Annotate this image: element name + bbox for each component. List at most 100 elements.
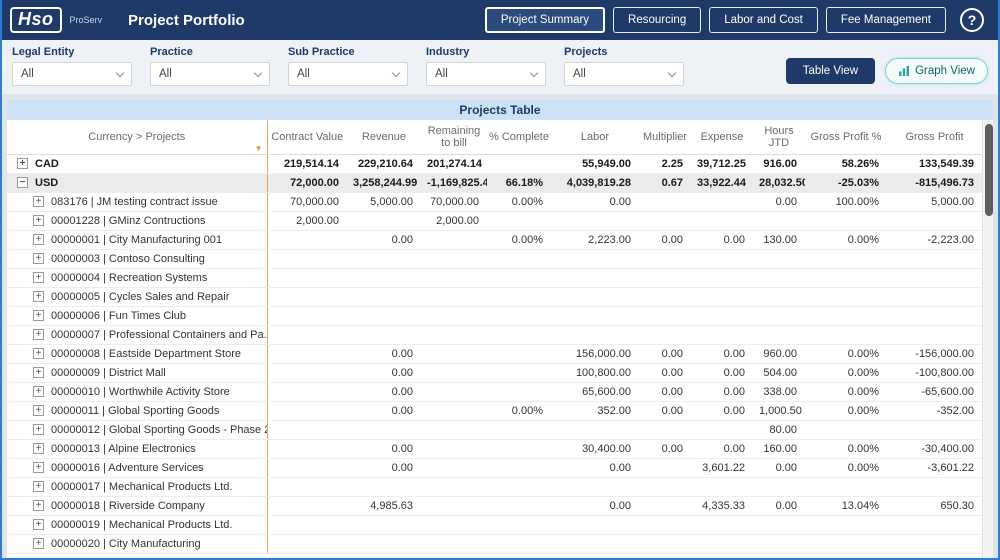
project-row[interactable]: +00000004 | Recreation Systems (7, 268, 982, 288)
column-header-multiplier[interactable]: Multiplier (639, 120, 691, 155)
expand-icon[interactable]: + (33, 481, 44, 492)
graph-view-button[interactable]: Graph View (885, 58, 988, 84)
currency-group-row[interactable]: −USD72,000.003,258,244.99-1,169,825.4666… (7, 173, 982, 193)
expand-icon[interactable]: + (33, 443, 44, 454)
column-header-labor[interactable]: Labor (551, 120, 639, 155)
cell-multiplier (639, 515, 691, 535)
cell-expense: 0.00 (691, 363, 753, 383)
expand-icon[interactable]: + (33, 272, 44, 283)
cell-complete (487, 420, 551, 440)
cell-hours-jtd: 160.00 (753, 439, 805, 459)
filter-industry-select[interactable]: All (426, 62, 546, 86)
expand-icon[interactable]: + (33, 215, 44, 226)
cell-expense: 0.00 (691, 344, 753, 364)
cell-revenue (347, 325, 421, 345)
row-name: 00000006 | Fun Times Club (51, 309, 186, 322)
currency-group-row[interactable]: + CAD 219,514.14 229,210.64 201,274.14 55,949… (7, 154, 982, 174)
cell-gross-profit: 5,000.00 (887, 192, 982, 212)
expand-icon[interactable]: + (33, 348, 44, 359)
project-row[interactable]: +00000018 | Riverside Company 4,985.63 0.0… (7, 496, 982, 516)
project-row[interactable]: +00001228 | GMinz Contructions 2,000.00 2,… (7, 211, 982, 231)
scrollbar-thumb[interactable] (984, 124, 993, 216)
column-header-gross-profit[interactable]: Gross Profit % (805, 120, 887, 155)
expand-icon[interactable]: + (33, 405, 44, 416)
expand-icon[interactable]: + (33, 291, 44, 302)
nav-fee-management[interactable]: Fee Management (825, 7, 946, 33)
project-row[interactable]: +00000009 | District Mall 0.00 100,800.00 0… (7, 363, 982, 383)
expand-icon[interactable]: + (33, 310, 44, 321)
expand-icon[interactable]: + (33, 519, 44, 530)
column-header-complete[interactable]: % Complete (487, 120, 551, 155)
project-row[interactable]: +083176 | JM testing contract issue 70,00… (7, 192, 982, 212)
cell-gross-profit (805, 515, 887, 535)
expand-icon[interactable]: + (33, 367, 44, 378)
project-row[interactable]: +00000013 | Alpine Electronics 0.00 30,400… (7, 439, 982, 459)
filter-practice-select[interactable]: All (150, 62, 270, 86)
cell-expense (691, 325, 753, 345)
column-header-currency-projects[interactable]: Currency > Projects ▼ (7, 120, 268, 155)
filter-projects-select[interactable]: All (564, 62, 684, 86)
row-name-cell: +00000010 | Worthwhile Activity Store (7, 382, 268, 402)
project-row[interactable]: +00000003 | Contoso Consulting (7, 249, 982, 269)
column-header-gross-profit[interactable]: Gross Profit (887, 120, 982, 155)
cell-hours-jtd (753, 306, 805, 326)
projects-table: Currency > Projects ▼ Contract Value Revenu… (7, 120, 982, 554)
expand-icon[interactable]: + (33, 386, 44, 397)
help-button[interactable]: ? (960, 8, 984, 32)
cell-multiplier: 2.25 (639, 154, 691, 174)
column-header-contract-value[interactable]: Contract Value (267, 120, 347, 155)
expand-icon[interactable]: + (33, 462, 44, 473)
project-row[interactable]: +00000020 | City Manufacturing (7, 534, 982, 554)
filter-legal-entity-select[interactable]: All (12, 62, 132, 86)
cell-complete (487, 325, 551, 345)
project-row[interactable]: +00000016 | Adventure Services 0.00 0.00 3,… (7, 458, 982, 478)
column-filter-icon[interactable]: ▼ (255, 144, 263, 153)
table-view-button[interactable]: Table View (785, 58, 876, 84)
nav-labor-and-cost[interactable]: Labor and Cost (709, 7, 818, 33)
column-header-remaining-to-bill[interactable]: Remaining to bill (421, 120, 487, 155)
project-row[interactable]: +00000005 | Cycles Sales and Repair (7, 287, 982, 307)
project-row[interactable]: +00000001 | City Manufacturing 001 0.00 0.… (7, 230, 982, 250)
project-row[interactable]: +00000006 | Fun Times Club (7, 306, 982, 326)
expand-icon[interactable]: + (33, 234, 44, 245)
selected-value: All (159, 68, 172, 80)
cell-hours-jtd (753, 249, 805, 269)
project-row[interactable]: +00000010 | Worthwhile Activity Store 0.0… (7, 382, 982, 402)
nav-resourcing[interactable]: Resourcing (613, 7, 702, 33)
project-row[interactable]: +00000017 | Mechanical Products Ltd. (7, 477, 982, 497)
expand-icon[interactable]: + (33, 196, 44, 207)
row-name-cell: +00000018 | Riverside Company (7, 496, 268, 516)
filter-label: Projects (564, 46, 608, 58)
column-header-hours-jtd[interactable]: Hours JTD (753, 120, 805, 155)
cell-gross-profit: 100.00% (805, 192, 887, 212)
vertical-scrollbar[interactable] (982, 120, 993, 558)
selected-value: All (21, 68, 34, 80)
filter-sub-practice-select[interactable]: All (288, 62, 408, 86)
column-header-revenue[interactable]: Revenue (347, 120, 421, 155)
nav-project-summary[interactable]: Project Summary (484, 7, 606, 33)
cell-labor: 0.00 (551, 496, 639, 516)
expand-icon[interactable]: + (33, 538, 44, 549)
expand-icon[interactable]: + (17, 158, 28, 169)
view-toggle: Table View Graph View (785, 58, 988, 84)
expand-icon[interactable]: + (33, 329, 44, 340)
expand-icon[interactable]: + (33, 500, 44, 511)
project-row[interactable]: +00000019 | Mechanical Products Ltd. (7, 515, 982, 535)
cell-multiplier: 0.00 (639, 439, 691, 459)
project-row[interactable]: +00000007 | Professional Containers and … (7, 325, 982, 345)
cell-revenue: 0.00 (347, 382, 421, 402)
cell-multiplier (639, 534, 691, 554)
filter-label: Practice (150, 46, 193, 58)
project-row[interactable]: +00000011 | Global Sporting Goods 0.00 0.0… (7, 401, 982, 421)
cell-gross-profit: 133,549.39 (887, 154, 982, 174)
project-row[interactable]: +00000012 | Global Sporting Goods - Phas… (7, 420, 982, 440)
app-window: Hso ProServ Project Portfolio Project Su… (0, 0, 1000, 560)
row-name-cell: +083176 | JM testing contract issue (7, 192, 268, 212)
collapse-icon[interactable]: − (17, 177, 28, 188)
cell-revenue: 0.00 (347, 458, 421, 478)
expand-icon[interactable]: + (33, 253, 44, 264)
column-header-expense[interactable]: Expense (691, 120, 753, 155)
project-row[interactable]: +00000008 | Eastside Department Store 0.0… (7, 344, 982, 364)
cell-contract-value (267, 249, 347, 269)
expand-icon[interactable]: + (33, 424, 44, 435)
